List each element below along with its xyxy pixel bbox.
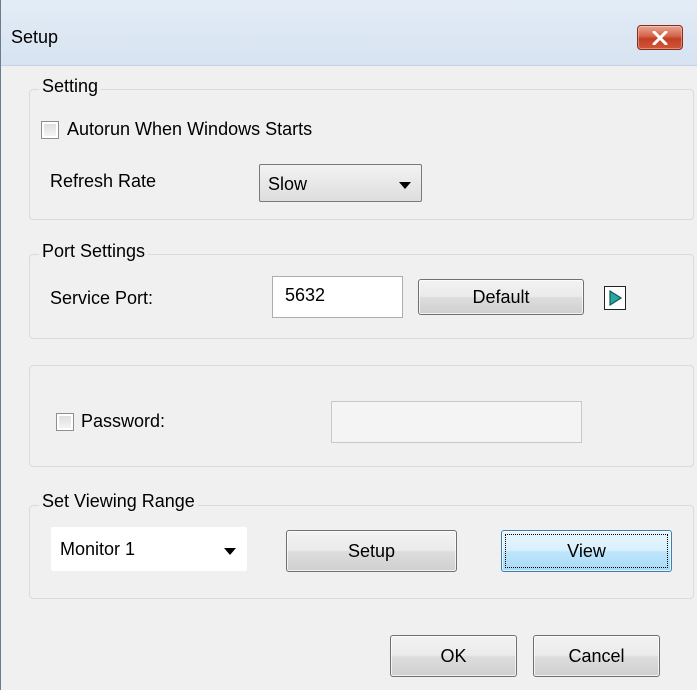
- password-checkbox[interactable]: [56, 413, 74, 431]
- password-input[interactable]: [331, 401, 582, 443]
- autorun-label[interactable]: Autorun When Windows Starts: [67, 119, 312, 140]
- viewing-setup-button[interactable]: Setup: [286, 530, 457, 572]
- password-label[interactable]: Password:: [81, 411, 165, 432]
- close-x-icon: [652, 30, 668, 45]
- window-title: Setup: [11, 27, 59, 47]
- view-button-label: View: [567, 540, 606, 561]
- monitor-value: Monitor 1: [60, 539, 136, 559]
- close-button[interactable]: [637, 25, 683, 50]
- refresh-rate-select[interactable]: Slow: [259, 164, 422, 202]
- view-button[interactable]: View: [501, 530, 672, 572]
- setup-dialog: Setup Setting Autorun When Windows Start…: [0, 0, 697, 690]
- refresh-rate-value: Slow: [268, 174, 308, 194]
- setting-group-label: Setting: [39, 76, 102, 97]
- service-port-label: Service Port:: [50, 288, 154, 308]
- default-button[interactable]: Default: [418, 279, 584, 315]
- cancel-button[interactable]: Cancel: [533, 635, 660, 677]
- viewing-range-group-label: Set Viewing Range: [39, 491, 198, 512]
- refresh-rate-label: Refresh Rate: [50, 171, 157, 191]
- chevron-down-icon: [399, 182, 411, 189]
- play-arrow-icon: [609, 290, 622, 306]
- port-settings-group-label: Port Settings: [39, 241, 149, 262]
- chevron-down-icon: [224, 548, 236, 555]
- port-arrow-button[interactable]: [604, 286, 626, 310]
- ok-button[interactable]: OK: [390, 635, 517, 677]
- autorun-checkbox[interactable]: [41, 121, 59, 139]
- title-bar[interactable]: Setup: [1, 0, 697, 66]
- monitor-select[interactable]: Monitor 1: [51, 527, 247, 571]
- service-port-input[interactable]: 5632: [272, 276, 403, 318]
